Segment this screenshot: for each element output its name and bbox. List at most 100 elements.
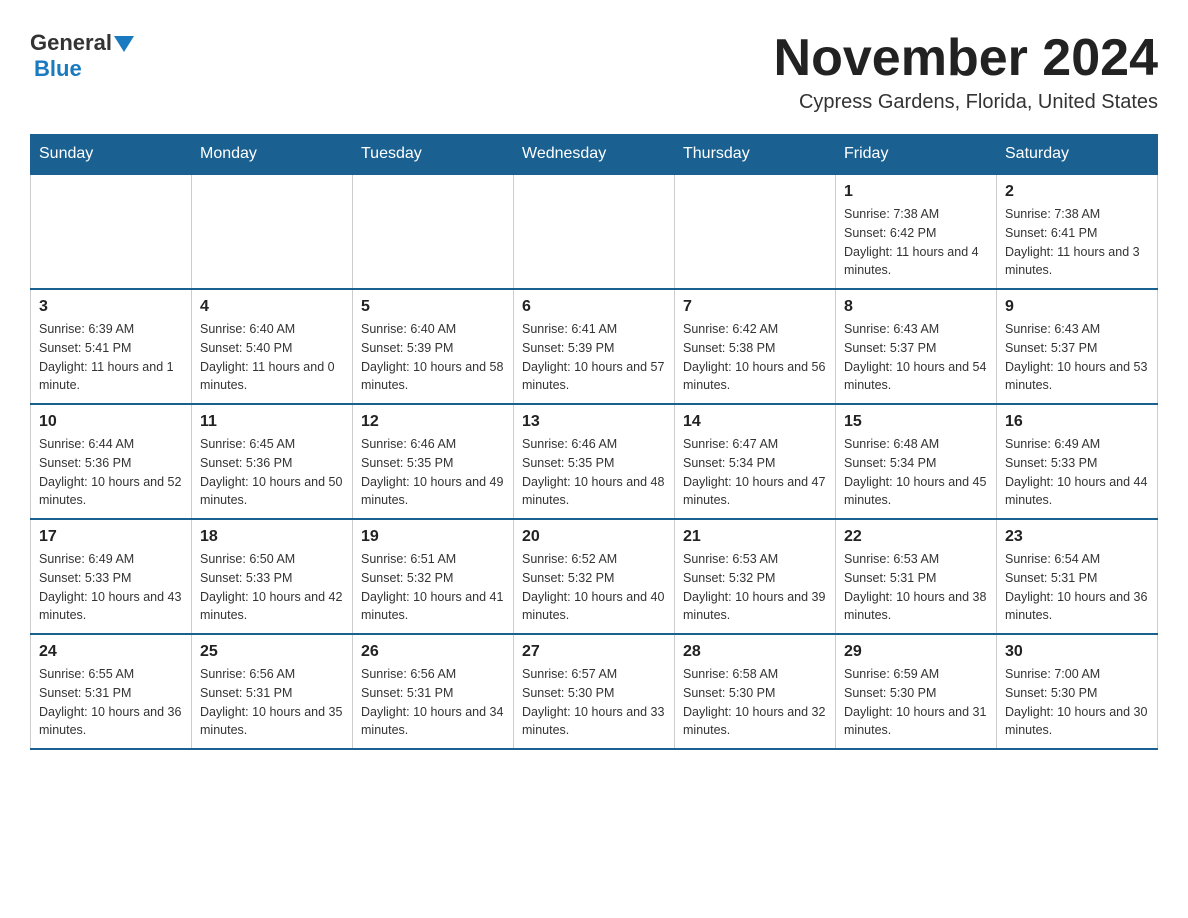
day-info: Sunrise: 6:55 AM Sunset: 5:31 PM Dayligh… bbox=[39, 665, 183, 740]
day-number: 26 bbox=[361, 643, 505, 661]
day-number: 24 bbox=[39, 643, 183, 661]
day-info: Sunrise: 6:47 AM Sunset: 5:34 PM Dayligh… bbox=[683, 435, 827, 510]
calendar-cell: 10 Sunrise: 6:44 AM Sunset: 5:36 PM Dayli… bbox=[31, 404, 192, 519]
calendar-cell bbox=[514, 174, 675, 289]
day-info: Sunrise: 6:41 AM Sunset: 5:39 PM Dayligh… bbox=[522, 320, 666, 395]
logo-general-text: General bbox=[30, 30, 112, 56]
day-info: Sunrise: 6:45 AM Sunset: 5:36 PM Dayligh… bbox=[200, 435, 344, 510]
calendar-header-wednesday: Wednesday bbox=[514, 135, 675, 175]
day-number: 28 bbox=[683, 643, 827, 661]
calendar-header-saturday: Saturday bbox=[997, 135, 1158, 175]
day-number: 10 bbox=[39, 413, 183, 431]
day-info: Sunrise: 6:49 AM Sunset: 5:33 PM Dayligh… bbox=[39, 550, 183, 625]
day-number: 22 bbox=[844, 528, 988, 546]
day-info: Sunrise: 6:40 AM Sunset: 5:40 PM Dayligh… bbox=[200, 320, 344, 395]
day-number: 14 bbox=[683, 413, 827, 431]
calendar-cell: 16Sunrise: 6:49 AM Sunset: 5:33 PM Dayli… bbox=[997, 404, 1158, 519]
calendar-cell: 29 Sunrise: 6:59 AM Sunset: 5:30 PM Dayli… bbox=[836, 634, 997, 749]
calendar-cell: 9Sunrise: 6:43 AM Sunset: 5:37 PM Daylig… bbox=[997, 289, 1158, 404]
day-info: Sunrise: 6:58 AM Sunset: 5:30 PM Dayligh… bbox=[683, 665, 827, 740]
calendar-cell: 21 Sunrise: 6:53 AM Sunset: 5:32 PM Dayli… bbox=[675, 519, 836, 634]
day-info: Sunrise: 6:51 AM Sunset: 5:32 PM Dayligh… bbox=[361, 550, 505, 625]
title-area: November 2024 Cypress Gardens, Florida, … bbox=[774, 30, 1158, 114]
calendar-cell: 30Sunrise: 7:00 AM Sunset: 5:30 PM Dayli… bbox=[997, 634, 1158, 749]
day-info: Sunrise: 6:42 AM Sunset: 5:38 PM Dayligh… bbox=[683, 320, 827, 395]
day-info: Sunrise: 6:54 AM Sunset: 5:31 PM Dayligh… bbox=[1005, 550, 1149, 625]
calendar-header-row: SundayMondayTuesdayWednesdayThursdayFrid… bbox=[31, 135, 1158, 175]
calendar-week-row: 17 Sunrise: 6:49 AM Sunset: 5:33 PM Dayli… bbox=[31, 519, 1158, 634]
day-info: Sunrise: 6:53 AM Sunset: 5:31 PM Dayligh… bbox=[844, 550, 988, 625]
calendar-header-friday: Friday bbox=[836, 135, 997, 175]
calendar-cell: 7 Sunrise: 6:42 AM Sunset: 5:38 PM Daylig… bbox=[675, 289, 836, 404]
calendar-cell: 27 Sunrise: 6:57 AM Sunset: 5:30 PM Dayli… bbox=[514, 634, 675, 749]
day-info: Sunrise: 6:53 AM Sunset: 5:32 PM Dayligh… bbox=[683, 550, 827, 625]
day-number: 2 bbox=[1005, 183, 1149, 201]
calendar-cell: 20 Sunrise: 6:52 AM Sunset: 5:32 PM Dayli… bbox=[514, 519, 675, 634]
calendar-cell: 24 Sunrise: 6:55 AM Sunset: 5:31 PM Dayli… bbox=[31, 634, 192, 749]
calendar-cell: 12 Sunrise: 6:46 AM Sunset: 5:35 PM Dayli… bbox=[353, 404, 514, 519]
day-number: 25 bbox=[200, 643, 344, 661]
day-number: 23 bbox=[1005, 528, 1149, 546]
day-number: 19 bbox=[361, 528, 505, 546]
calendar-week-row: 10 Sunrise: 6:44 AM Sunset: 5:36 PM Dayli… bbox=[31, 404, 1158, 519]
calendar-week-row: 24 Sunrise: 6:55 AM Sunset: 5:31 PM Dayli… bbox=[31, 634, 1158, 749]
calendar-cell: 19 Sunrise: 6:51 AM Sunset: 5:32 PM Dayli… bbox=[353, 519, 514, 634]
day-info: Sunrise: 6:43 AM Sunset: 5:37 PM Dayligh… bbox=[1005, 320, 1149, 395]
calendar-cell: 4 Sunrise: 6:40 AM Sunset: 5:40 PM Daylig… bbox=[192, 289, 353, 404]
calendar-week-row: 3Sunrise: 6:39 AM Sunset: 5:41 PM Daylig… bbox=[31, 289, 1158, 404]
calendar-cell bbox=[353, 174, 514, 289]
day-info: Sunrise: 6:56 AM Sunset: 5:31 PM Dayligh… bbox=[361, 665, 505, 740]
calendar-cell bbox=[675, 174, 836, 289]
calendar-cell: 13 Sunrise: 6:46 AM Sunset: 5:35 PM Dayli… bbox=[514, 404, 675, 519]
calendar-cell bbox=[192, 174, 353, 289]
day-info: Sunrise: 6:48 AM Sunset: 5:34 PM Dayligh… bbox=[844, 435, 988, 510]
calendar: SundayMondayTuesdayWednesdayThursdayFrid… bbox=[30, 134, 1158, 750]
day-number: 13 bbox=[522, 413, 666, 431]
calendar-cell: 3Sunrise: 6:39 AM Sunset: 5:41 PM Daylig… bbox=[31, 289, 192, 404]
calendar-cell: 23 Sunrise: 6:54 AM Sunset: 5:31 PM Dayli… bbox=[997, 519, 1158, 634]
calendar-cell: 1 Sunrise: 7:38 AM Sunset: 6:42 PM Daylig… bbox=[836, 174, 997, 289]
logo: General Blue bbox=[30, 30, 134, 82]
day-info: Sunrise: 6:39 AM Sunset: 5:41 PM Dayligh… bbox=[39, 320, 183, 395]
day-info: Sunrise: 6:56 AM Sunset: 5:31 PM Dayligh… bbox=[200, 665, 344, 740]
day-number: 8 bbox=[844, 298, 988, 316]
calendar-cell: 17 Sunrise: 6:49 AM Sunset: 5:33 PM Dayli… bbox=[31, 519, 192, 634]
logo-triangle-icon bbox=[114, 36, 134, 52]
calendar-cell: 5 Sunrise: 6:40 AM Sunset: 5:39 PM Daylig… bbox=[353, 289, 514, 404]
day-number: 11 bbox=[200, 413, 344, 431]
day-number: 4 bbox=[200, 298, 344, 316]
day-number: 7 bbox=[683, 298, 827, 316]
day-info: Sunrise: 7:00 AM Sunset: 5:30 PM Dayligh… bbox=[1005, 665, 1149, 740]
day-info: Sunrise: 6:44 AM Sunset: 5:36 PM Dayligh… bbox=[39, 435, 183, 510]
day-info: Sunrise: 6:46 AM Sunset: 5:35 PM Dayligh… bbox=[522, 435, 666, 510]
day-number: 27 bbox=[522, 643, 666, 661]
day-number: 5 bbox=[361, 298, 505, 316]
day-info: Sunrise: 6:57 AM Sunset: 5:30 PM Dayligh… bbox=[522, 665, 666, 740]
day-number: 12 bbox=[361, 413, 505, 431]
calendar-header-monday: Monday bbox=[192, 135, 353, 175]
day-info: Sunrise: 6:50 AM Sunset: 5:33 PM Dayligh… bbox=[200, 550, 344, 625]
day-info: Sunrise: 7:38 AM Sunset: 6:42 PM Dayligh… bbox=[844, 205, 988, 280]
calendar-cell: 8 Sunrise: 6:43 AM Sunset: 5:37 PM Daylig… bbox=[836, 289, 997, 404]
day-info: Sunrise: 6:52 AM Sunset: 5:32 PM Dayligh… bbox=[522, 550, 666, 625]
day-number: 21 bbox=[683, 528, 827, 546]
calendar-cell: 28 Sunrise: 6:58 AM Sunset: 5:30 PM Dayli… bbox=[675, 634, 836, 749]
day-number: 17 bbox=[39, 528, 183, 546]
day-info: Sunrise: 6:46 AM Sunset: 5:35 PM Dayligh… bbox=[361, 435, 505, 510]
day-info: Sunrise: 6:43 AM Sunset: 5:37 PM Dayligh… bbox=[844, 320, 988, 395]
day-number: 29 bbox=[844, 643, 988, 661]
day-info: Sunrise: 6:40 AM Sunset: 5:39 PM Dayligh… bbox=[361, 320, 505, 395]
location: Cypress Gardens, Florida, United States bbox=[774, 91, 1158, 114]
day-number: 20 bbox=[522, 528, 666, 546]
day-number: 1 bbox=[844, 183, 988, 201]
calendar-header-sunday: Sunday bbox=[31, 135, 192, 175]
day-number: 18 bbox=[200, 528, 344, 546]
calendar-cell: 11 Sunrise: 6:45 AM Sunset: 5:36 PM Dayli… bbox=[192, 404, 353, 519]
calendar-cell: 26 Sunrise: 6:56 AM Sunset: 5:31 PM Dayli… bbox=[353, 634, 514, 749]
day-info: Sunrise: 6:59 AM Sunset: 5:30 PM Dayligh… bbox=[844, 665, 988, 740]
calendar-header-thursday: Thursday bbox=[675, 135, 836, 175]
calendar-cell: 18 Sunrise: 6:50 AM Sunset: 5:33 PM Dayli… bbox=[192, 519, 353, 634]
month-title: November 2024 bbox=[774, 30, 1158, 87]
calendar-cell bbox=[31, 174, 192, 289]
calendar-cell: 22 Sunrise: 6:53 AM Sunset: 5:31 PM Dayli… bbox=[836, 519, 997, 634]
